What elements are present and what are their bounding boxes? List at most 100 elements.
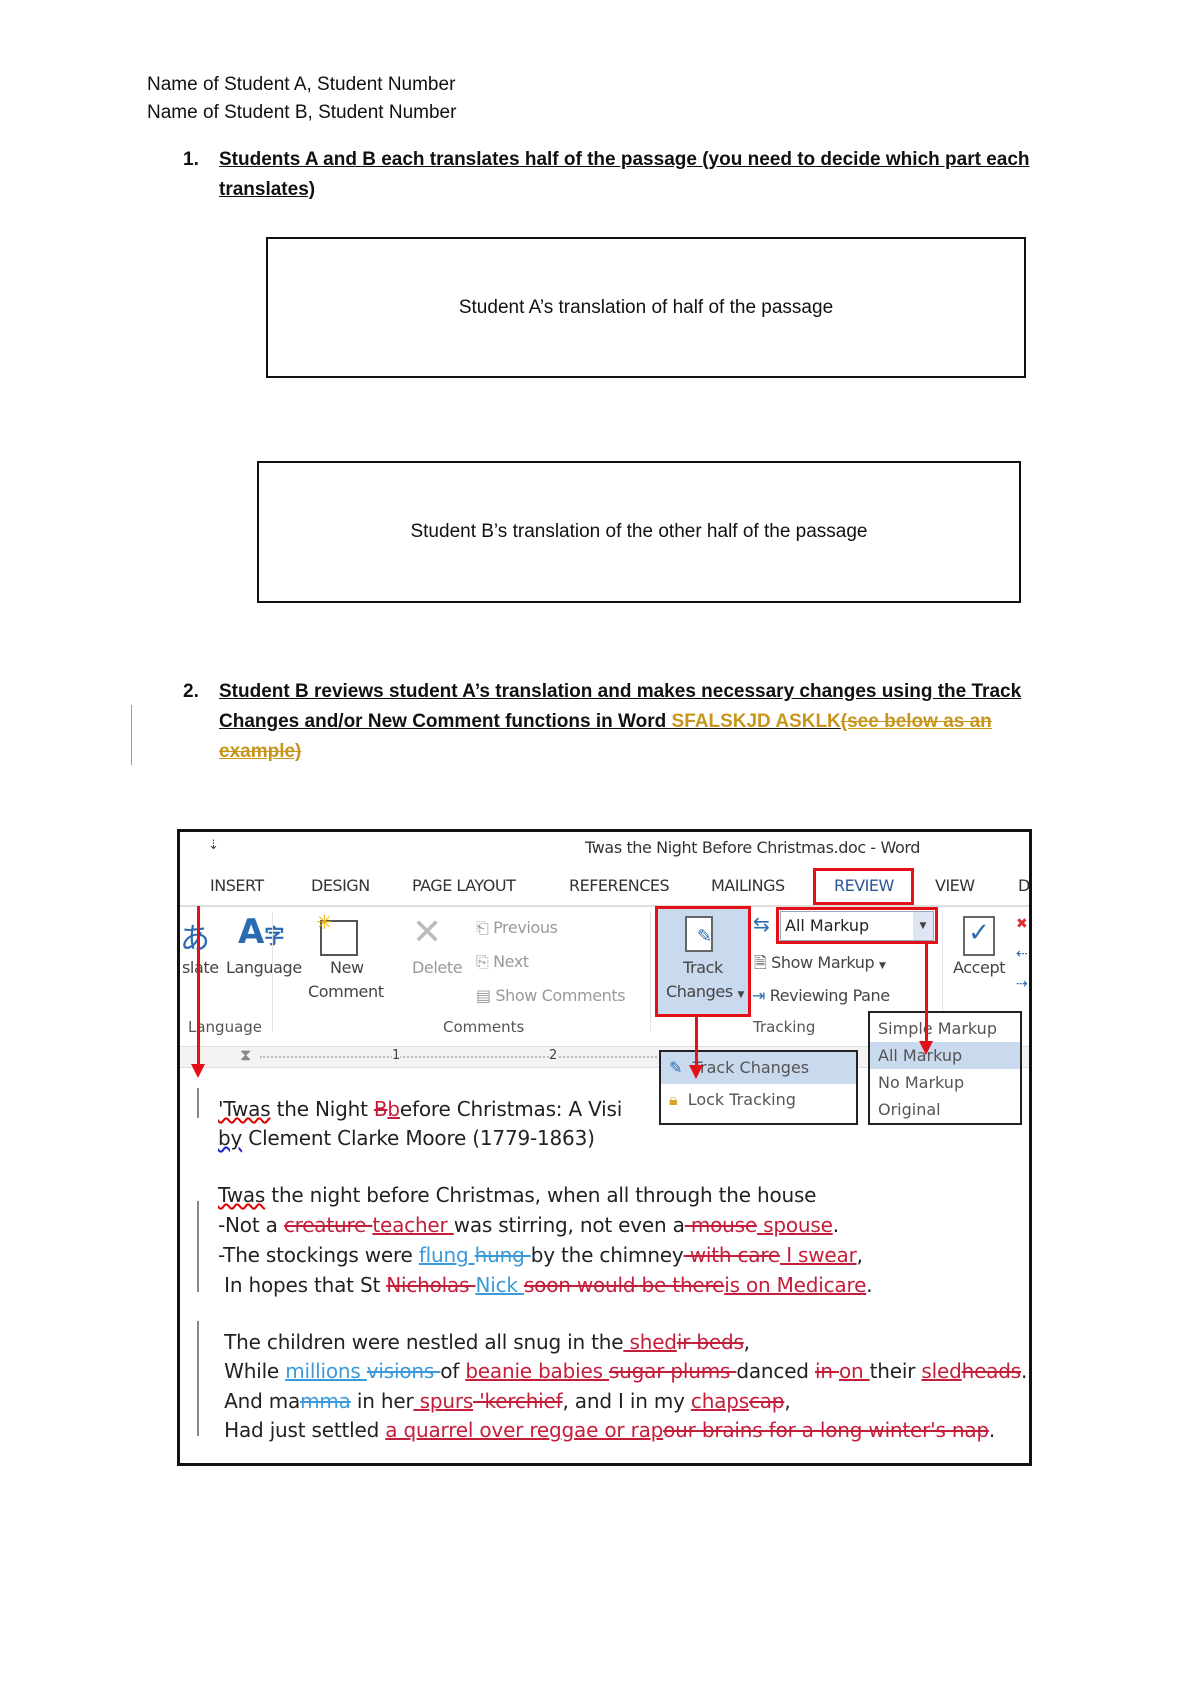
group-comments-label: Comments — [443, 1018, 525, 1036]
insertion: spurs — [413, 1389, 474, 1413]
text: the night before Christmas, when all thr… — [265, 1183, 817, 1207]
text: in her — [350, 1389, 414, 1413]
tab-page-layout[interactable]: PAGE LAYOUT — [412, 876, 516, 895]
text: -Not a — [218, 1213, 284, 1237]
track-changes-menu: ✎ Track Changes 🔒︎ Lock Tracking — [659, 1050, 858, 1125]
dropdown-caret-icon: ▼ — [878, 961, 886, 971]
text: Clement Clarke Moore (1779-1863) — [242, 1126, 595, 1150]
text: . — [866, 1273, 873, 1297]
text: Had just settled — [218, 1418, 386, 1442]
insertion: is on Medicare — [724, 1273, 867, 1297]
menu-item-no-markup[interactable]: No Markup — [870, 1069, 1020, 1096]
student-b-box: Student B’s translation of the other hal… — [257, 461, 1021, 603]
accept-icon[interactable]: ✓ — [963, 916, 995, 956]
inserted-text: SFALSKJD ASKLK — [671, 711, 841, 732]
next-button[interactable]: ⎘ Next — [476, 952, 529, 972]
change-bar — [197, 1088, 199, 1118]
group-separator — [272, 912, 273, 1032]
tab-developer[interactable]: DI — [1018, 876, 1029, 895]
language-icon[interactable]: A字 — [238, 912, 284, 952]
text: The children were nestled all snug in th… — [218, 1330, 624, 1354]
language-button[interactable]: Language — [226, 958, 302, 977]
track-changes-icon: ✎ — [669, 1058, 683, 1077]
item-2-line-2: Changes and/or New Comment functions in … — [219, 711, 992, 733]
text: was stirring, not even a — [453, 1213, 685, 1237]
insertion: chaps — [690, 1389, 749, 1413]
document-line: And mamma in her spurs 'kerchief, and I … — [218, 1389, 791, 1413]
menu-item-lock-tracking[interactable]: 🔒︎ Lock Tracking — [661, 1084, 856, 1116]
next-change-icon[interactable]: ⇢ — [1016, 976, 1028, 992]
delete-button[interactable]: Delete — [412, 958, 463, 977]
reviewing-pane-label: Reviewing Pane — [769, 986, 890, 1005]
indent-marker-icon[interactable]: ⧗ — [240, 1045, 251, 1065]
reject-icon[interactable]: ✖ — [1016, 916, 1028, 932]
window-title: Twas the Night Before Christmas.doc - Wo… — [585, 838, 921, 857]
previous-button[interactable]: ⎗ Previous — [476, 918, 558, 938]
text: their — [869, 1359, 922, 1383]
markup-menu: Simple Markup All Markup No Markup Origi… — [868, 1011, 1022, 1125]
tab-view[interactable]: VIEW — [935, 876, 975, 895]
show-markup-label: Show Markup — [771, 953, 875, 972]
ruler-label: 1 — [392, 1048, 401, 1063]
item-2-text: Changes and/or New Comment functions in … — [219, 711, 672, 732]
item-2-line-1: Student B reviews student A’s translatio… — [219, 681, 1022, 702]
word-screenshot: ⇣ Twas the Night Before Christmas.doc - … — [177, 829, 1032, 1466]
new-comment-icon[interactable]: ✳ — [316, 910, 358, 956]
deletion: Nicholas — [386, 1273, 476, 1297]
quick-access-icon[interactable]: ⇣ — [208, 838, 219, 853]
markup-highlight — [776, 907, 938, 944]
text: In hopes that St — [218, 1273, 387, 1297]
insertion: I swear — [780, 1243, 857, 1267]
tab-design[interactable]: DESIGN — [311, 876, 370, 895]
change-bar — [197, 1321, 199, 1436]
text: the Night — [270, 1097, 374, 1121]
deletion: hung — [474, 1243, 531, 1267]
text: , — [856, 1243, 863, 1267]
text: , — [743, 1330, 750, 1354]
new-comment-label-1[interactable]: New — [330, 958, 364, 977]
grammar-error: by — [218, 1126, 243, 1150]
deletion: mma — [300, 1389, 351, 1413]
review-highlight — [813, 868, 914, 905]
display-for-review-icon: ⇆ — [753, 912, 770, 936]
menu-item-original[interactable]: Original — [870, 1096, 1020, 1123]
tab-mailings[interactable]: MAILINGS — [711, 876, 785, 895]
reviewing-pane-icon: ⇥ — [752, 986, 766, 1005]
new-comment-label-2[interactable]: Comment — [308, 982, 384, 1001]
spelling-error: Twas — [218, 1183, 266, 1207]
insertion: flung — [418, 1243, 475, 1267]
deleted-text-2: example) — [219, 741, 302, 762]
deletion: cap — [748, 1389, 785, 1413]
deletion: visions — [366, 1359, 441, 1383]
menu-item-simple-markup[interactable]: Simple Markup — [870, 1015, 1020, 1042]
insertion: beanie babies — [465, 1359, 609, 1383]
deletion: B — [373, 1097, 388, 1121]
tab-insert[interactable]: INSERT — [210, 876, 264, 895]
reviewing-pane-button[interactable]: ⇥ Reviewing Pane — [752, 986, 890, 1005]
text: , — [784, 1389, 791, 1413]
show-comments-button[interactable]: ▤ Show Comments — [476, 986, 626, 1005]
text: , and I in my — [562, 1389, 691, 1413]
item-1-line-1: Students A and B each translates half of… — [219, 149, 1030, 170]
student-a-box: Student A’s translation of half of the p… — [266, 237, 1026, 378]
accept-button[interactable]: Accept — [953, 958, 1006, 977]
student-a-name: Name of Student A, Student Number — [147, 74, 456, 95]
translate-icon[interactable]: あ — [180, 914, 210, 958]
deletion: with care — [683, 1243, 781, 1267]
deletion: heads — [961, 1359, 1022, 1383]
deletion: in — [814, 1359, 839, 1383]
menu-label: Lock Tracking — [687, 1090, 796, 1109]
next-label: Next — [493, 952, 529, 971]
insertion: spouse — [756, 1213, 833, 1237]
track-changes-highlight — [655, 906, 751, 1017]
delete-comment-icon[interactable]: ✕ — [412, 912, 442, 953]
menu-item-all-markup[interactable]: All Markup — [870, 1042, 1020, 1069]
insertion: millions — [285, 1359, 367, 1383]
deletion: ir beds — [676, 1330, 744, 1354]
tab-references[interactable]: REFERENCES — [569, 876, 670, 895]
document-line: While millions visions of beanie babies … — [218, 1359, 1027, 1383]
translate-button[interactable]: slate — [182, 958, 219, 977]
previous-change-icon[interactable]: ⇠ — [1016, 946, 1028, 962]
text: of — [440, 1359, 466, 1383]
show-markup-button[interactable]: 🗎 Show Markup ▼ — [754, 952, 886, 979]
